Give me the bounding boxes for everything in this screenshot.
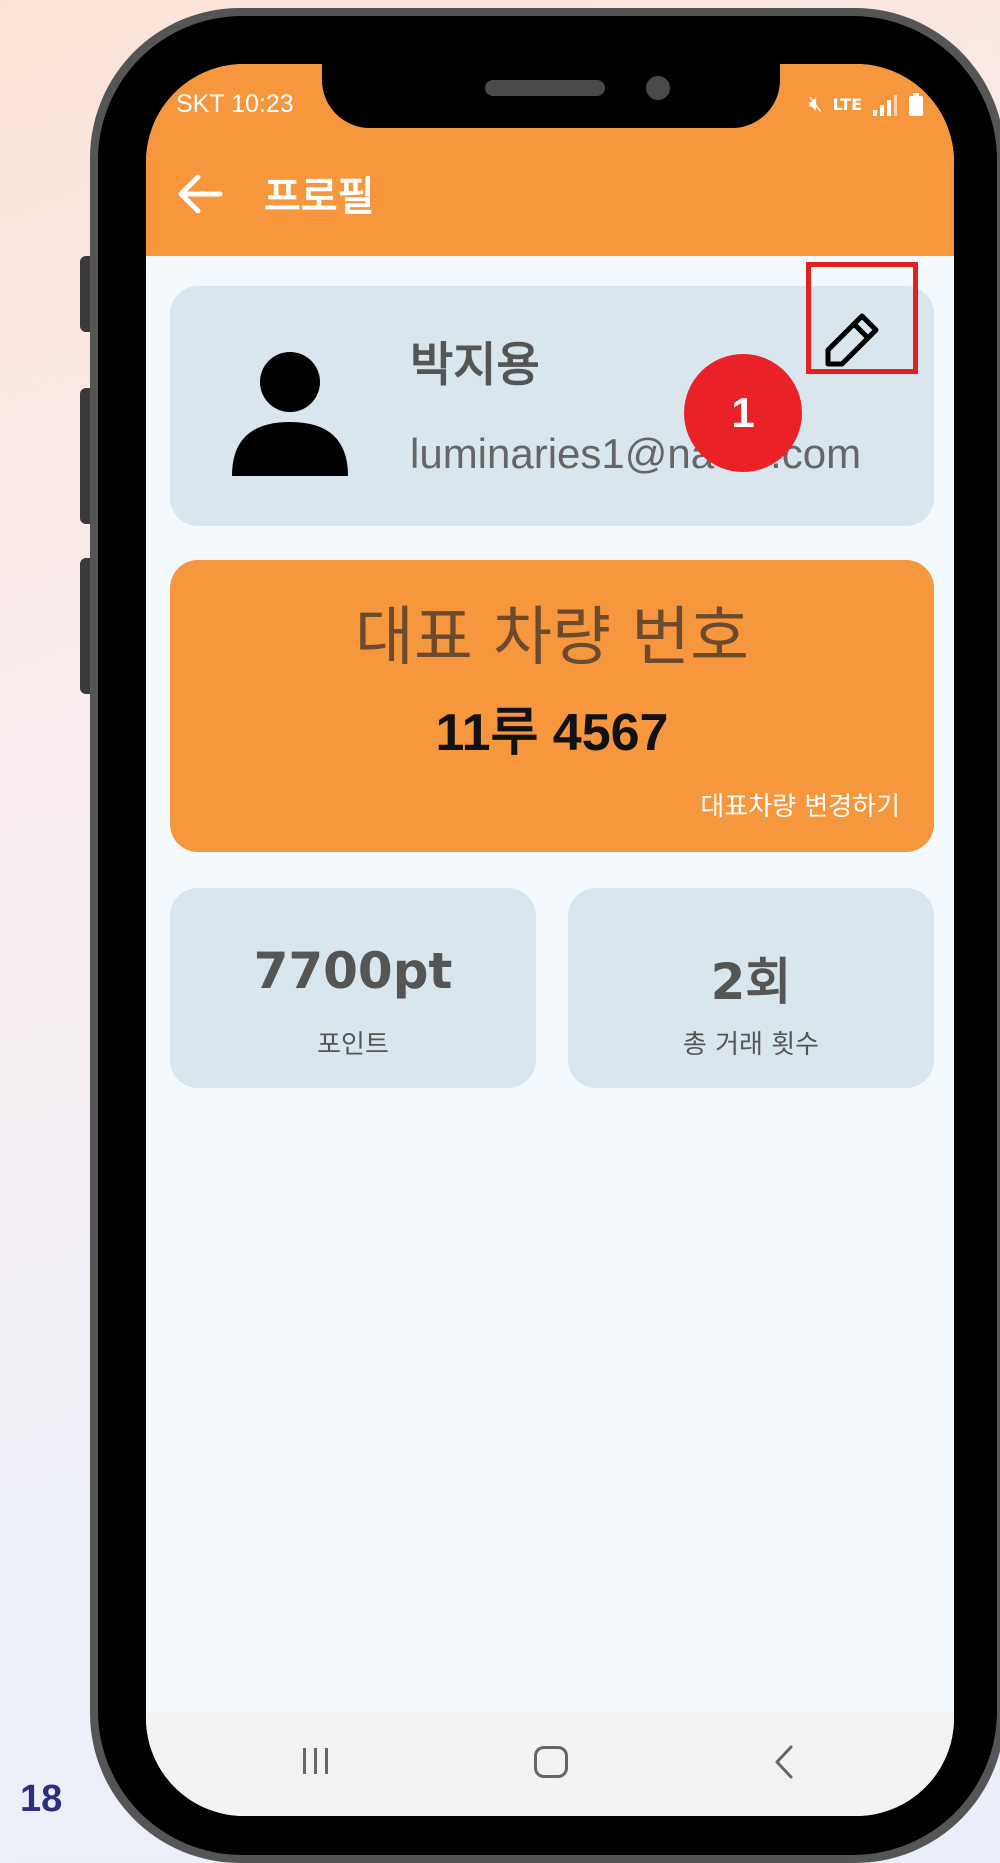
home-icon[interactable] bbox=[534, 1746, 568, 1778]
back-arrow-icon[interactable] bbox=[176, 172, 224, 216]
front-camera bbox=[646, 76, 670, 100]
points-label: 포인트 bbox=[317, 1030, 389, 1060]
transactions-value: 2회 bbox=[710, 953, 792, 1011]
lte-icon: LTE bbox=[832, 95, 862, 114]
highlight-box bbox=[806, 262, 918, 374]
points-value: 7700pt bbox=[253, 942, 453, 1000]
speaker-grille bbox=[485, 80, 605, 96]
page-number: 18 bbox=[20, 1778, 63, 1820]
avatar-icon bbox=[232, 352, 348, 476]
status-icons: 🔇︎ LTE bbox=[809, 92, 924, 117]
recent-apps-icon[interactable] bbox=[300, 1746, 332, 1776]
status-carrier-time: SKT 10:23 bbox=[176, 90, 294, 118]
vehicle-label: 대표 차량 번호 bbox=[355, 601, 749, 675]
vehicle-card: 대표 차량 번호 11루 4567 대표차량 변경하기 bbox=[170, 560, 934, 852]
points-card[interactable]: 7700pt 포인트 bbox=[170, 888, 536, 1088]
page-title: 프로필 bbox=[264, 174, 375, 220]
nav-back-icon[interactable] bbox=[774, 1744, 794, 1780]
vehicle-number: 11루 4567 bbox=[435, 704, 669, 762]
phone-screen: SKT 10:23 🔇︎ LTE 프로필 박지용 luminaries1@nav… bbox=[146, 64, 954, 1816]
change-vehicle-link[interactable]: 대표차량 변경하기 bbox=[700, 786, 900, 823]
mute-icon: 🔇︎ bbox=[808, 92, 823, 117]
signal-icon bbox=[873, 94, 897, 116]
transactions-label: 총 거래 횟수 bbox=[682, 1030, 820, 1060]
transactions-card[interactable]: 2회 총 거래 횟수 bbox=[568, 888, 934, 1088]
battery-icon bbox=[909, 92, 923, 116]
step-badge: 1 bbox=[684, 354, 802, 472]
user-name: 박지용 bbox=[410, 338, 540, 393]
system-nav-bar bbox=[146, 1712, 954, 1816]
